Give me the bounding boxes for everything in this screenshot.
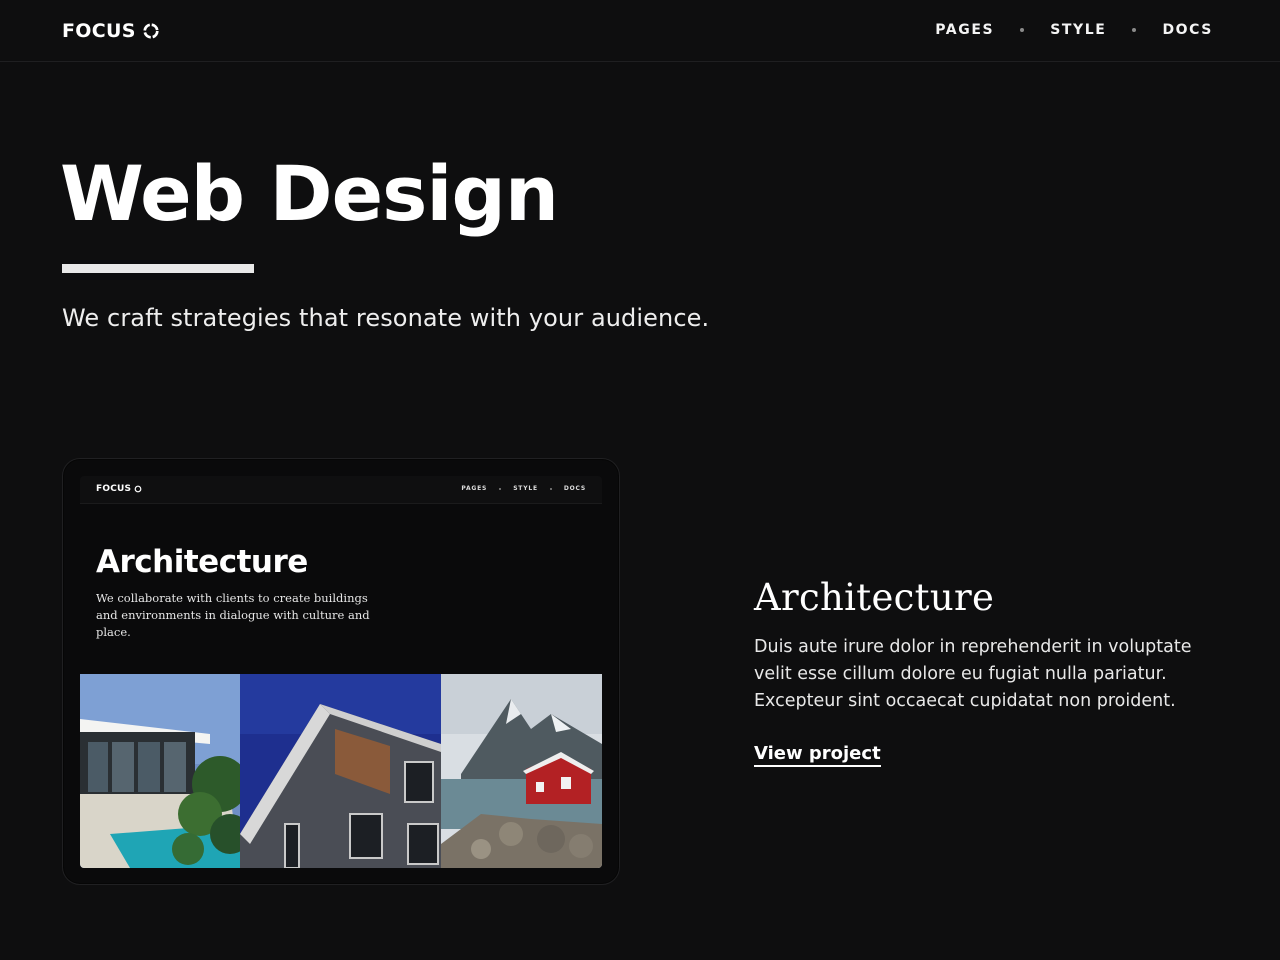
- nav-item-docs[interactable]: DOCS: [1162, 22, 1213, 38]
- preview-nav-pages: PAGES: [461, 485, 488, 492]
- preview-nav-style: STYLE: [513, 485, 538, 492]
- project-title: Architecture: [754, 576, 995, 619]
- nav-item-style[interactable]: STYLE: [1050, 22, 1106, 38]
- preview-title: Architecture: [96, 544, 308, 580]
- nav-item-pages[interactable]: PAGES: [935, 22, 994, 38]
- preview-nav-docs: DOCS: [563, 485, 586, 492]
- preview-nav-dot: [549, 487, 552, 490]
- page-title: Web Design: [60, 149, 559, 238]
- preview-brand-name: FOCUS: [96, 484, 132, 494]
- view-project-link[interactable]: View project: [754, 743, 881, 767]
- ring-icon: [134, 485, 142, 493]
- preview-nav-bar: FOCUS PAGES STYLE DOCS: [80, 476, 602, 504]
- brand-logo[interactable]: FOCUS: [62, 18, 160, 44]
- main-nav: PAGES STYLE DOCS: [935, 18, 1213, 42]
- preview-nav-dot: [499, 487, 502, 490]
- preview-nav: PAGES STYLE DOCS: [461, 485, 586, 492]
- preview-brand-logo: FOCUS: [96, 484, 142, 494]
- modern-house-photo: [80, 674, 240, 868]
- project-preview-frame[interactable]: FOCUS PAGES STYLE DOCS Architecture We c…: [62, 458, 620, 885]
- nav-separator-dot: [1020, 28, 1025, 32]
- preview-text: We collaborate with clients to create bu…: [96, 591, 370, 639]
- building-facade-photo: [240, 674, 441, 868]
- nav-separator-dot: [1132, 28, 1137, 32]
- title-underline-rule: [62, 264, 254, 273]
- top-nav-bar: FOCUS PAGES STYLE DOCS: [0, 0, 1280, 62]
- preview-hero-panel: [80, 504, 602, 674]
- ring-icon: [143, 23, 159, 39]
- red-cabin-photo: [441, 674, 602, 868]
- project-description: Duis aute irure dolor in reprehenderit i…: [754, 637, 1192, 711]
- project-preview-screen: FOCUS PAGES STYLE DOCS Architecture We c…: [80, 476, 602, 868]
- preview-photo-strip: [80, 674, 602, 868]
- page-subtitle: We craft strategies that resonate with y…: [62, 304, 710, 332]
- brand-name: FOCUS: [62, 20, 136, 42]
